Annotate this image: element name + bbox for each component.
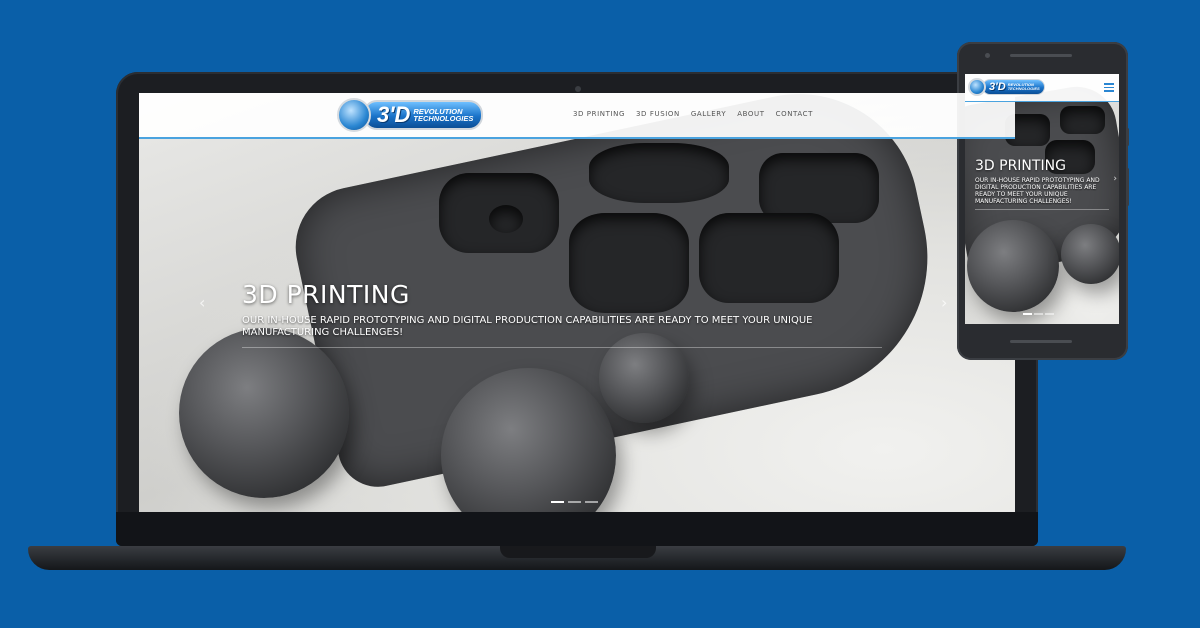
- hero-subtitle: OUR IN-HOUSE RAPID PROTOTYPING AND DIGIT…: [242, 315, 813, 338]
- logo-mark: 3'D: [989, 81, 1006, 93]
- hero-title: 3D PRINTING: [242, 280, 410, 309]
- carousel-indicator[interactable]: [585, 501, 598, 503]
- site-header: 3'D Revolution Technologies 3D PRINTING …: [139, 93, 1015, 139]
- printed-part-hole: [1060, 106, 1105, 134]
- carousel-indicator[interactable]: [551, 501, 564, 503]
- main-menu: 3D PRINTING 3D FUSION GALLERY ABOUT CONT…: [573, 110, 813, 118]
- caption-divider: [242, 347, 882, 348]
- hero-caption: 3D PRINTING OUR IN-HOUSE RAPID PROTOTYPI…: [975, 158, 1109, 210]
- phone-speaker: [1010, 54, 1072, 57]
- laptop-camera: [575, 86, 581, 92]
- logo-badge: 3'D Revolution Technologies: [363, 100, 484, 130]
- globe-logo-icon: [968, 78, 986, 96]
- chevron-right-icon[interactable]: ›: [1113, 174, 1117, 184]
- logo-wordmark: Revolution Technologies: [1008, 83, 1040, 91]
- nav-item-contact[interactable]: CONTACT: [776, 110, 813, 118]
- logo-badge: 3'D Revolution Technologies: [982, 79, 1045, 95]
- laptop-bezel-bottom: [116, 512, 1038, 546]
- printed-part-hole: [589, 143, 729, 203]
- logo-wordmark: Revolution Technologies: [413, 107, 474, 123]
- carousel-indicator[interactable]: [1045, 313, 1054, 315]
- chevron-left-icon[interactable]: ‹: [199, 293, 205, 312]
- phone-camera: [985, 53, 990, 58]
- hero-subtitle: OUR IN-HOUSE RAPID PROTOTYPING AND DIGIT…: [975, 177, 1100, 205]
- carousel-indicator[interactable]: [1023, 313, 1032, 315]
- printed-sphere: [1061, 224, 1119, 284]
- phone-bottom-speaker: [1010, 340, 1072, 343]
- nav-item-gallery[interactable]: GALLERY: [691, 110, 726, 118]
- desktop-website-screen: 3'D Revolution Technologies 3D PRINTING …: [139, 93, 1015, 512]
- logo-line-2: Technologies: [1007, 86, 1040, 91]
- carousel-indicators: [1023, 313, 1054, 315]
- site-logo[interactable]: 3'D Revolution Technologies: [968, 77, 1045, 97]
- carousel-indicator[interactable]: [1034, 313, 1043, 315]
- carousel-indicator[interactable]: [568, 501, 581, 503]
- logo-mark: 3'D: [377, 102, 411, 127]
- logo-line-2: Technologies: [413, 114, 474, 123]
- mobile-site-header: 3'D Revolution Technologies: [965, 74, 1119, 102]
- hero-caption: 3D PRINTING OUR IN-HOUSE RAPID PROTOTYPI…: [242, 280, 882, 348]
- caption-divider: [975, 209, 1109, 210]
- hero-title: 3D PRINTING: [975, 158, 1066, 174]
- phone-side-button: [1126, 128, 1129, 146]
- site-logo[interactable]: 3'D Revolution Technologies: [337, 97, 484, 133]
- carousel-indicators: [551, 501, 598, 503]
- printed-sphere: [179, 328, 349, 498]
- laptop-notch: [500, 546, 656, 558]
- nav-item-3d-printing[interactable]: 3D PRINTING: [573, 110, 625, 118]
- nav-item-3d-fusion[interactable]: 3D FUSION: [636, 110, 680, 118]
- printed-part-hole: [489, 205, 523, 233]
- phone-side-button: [1126, 168, 1129, 206]
- printed-sphere: [967, 220, 1059, 312]
- nav-item-about[interactable]: ABOUT: [737, 110, 764, 118]
- hamburger-menu-icon[interactable]: [1104, 83, 1114, 94]
- chevron-right-icon[interactable]: ›: [941, 293, 947, 312]
- globe-logo-icon: [337, 98, 371, 132]
